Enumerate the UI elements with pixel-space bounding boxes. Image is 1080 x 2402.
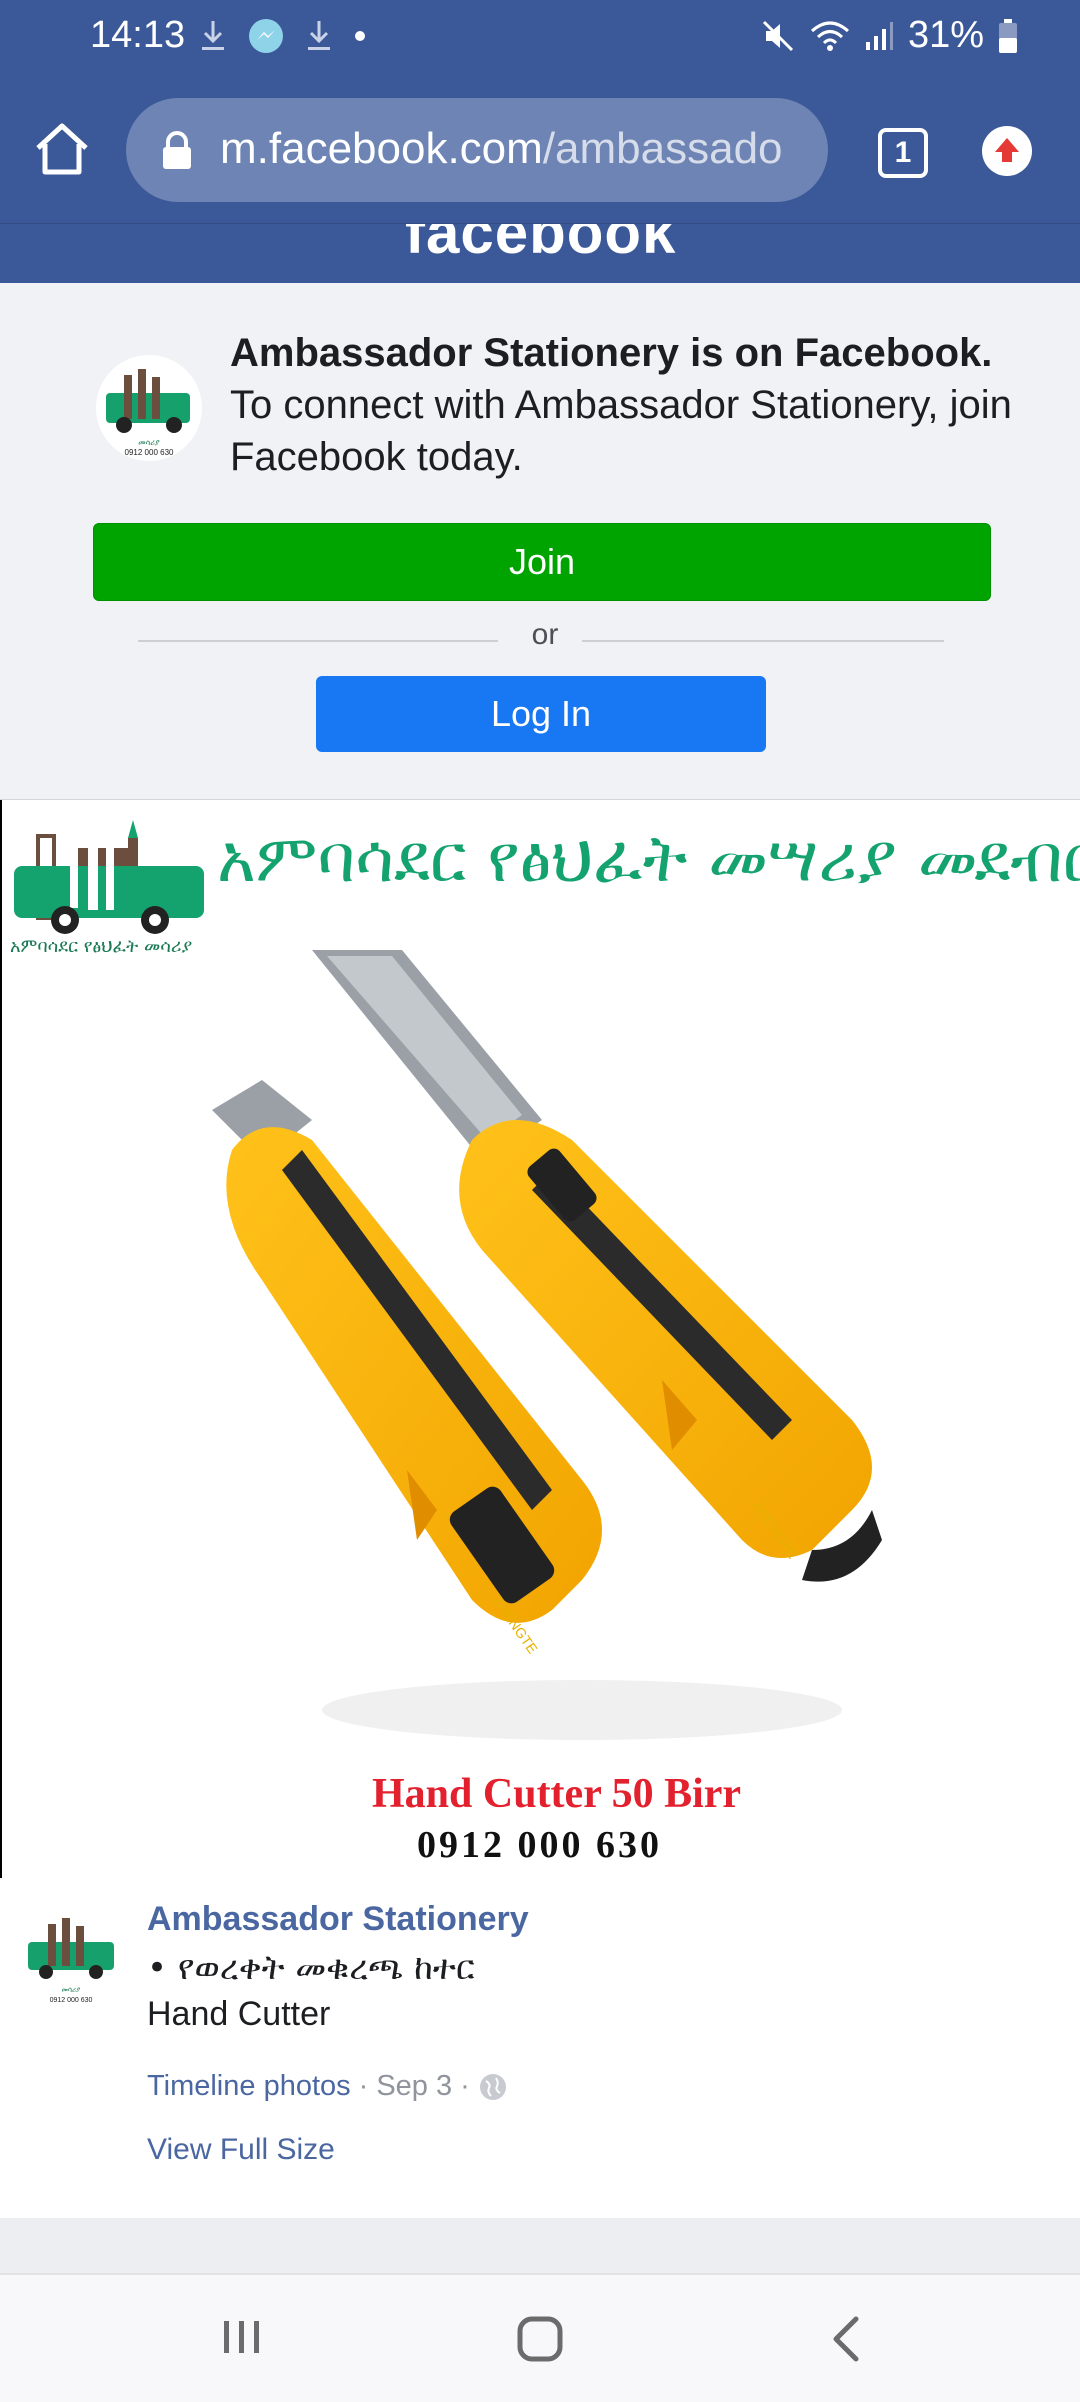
ambassador-logo-icon: መሳሪያ 0912 000 630	[106, 369, 190, 457]
wifi-icon	[810, 21, 849, 51]
url-path: /ambassado	[542, 124, 783, 173]
battery-icon	[999, 18, 1017, 53]
or-text: or	[531, 618, 559, 651]
arrow-up-icon	[995, 138, 1019, 162]
address-bar[interactable]: m.facebook.com/ambassado	[126, 98, 828, 202]
url-host: m.facebook.com	[220, 124, 543, 173]
join-headline-block: Ambassador Stationery is on Facebook. To…	[230, 327, 1030, 483]
page-name-link[interactable]: Ambassador Stationery	[147, 1900, 529, 1939]
divider-line	[138, 640, 498, 642]
page-avatar-small[interactable]: መሳሪያ 0912 000 630	[22, 1908, 120, 2006]
lock-icon	[163, 131, 191, 169]
meta-separator: ·	[460, 2070, 470, 2102]
view-full-size-link[interactable]: View Full Size	[147, 2133, 335, 2167]
url-text: m.facebook.com/ambassado	[220, 124, 783, 174]
cutter-knives-image: ZHENGTE ZHENGTE	[212, 950, 882, 1740]
browser-toolbar: m.facebook.com/ambassado 1	[0, 78, 1080, 223]
home-icon[interactable]	[30, 118, 94, 182]
dot-icon	[355, 31, 365, 41]
download-icon	[202, 21, 224, 50]
facebook-logo[interactable]: facebook	[405, 224, 676, 267]
divider-line	[582, 640, 944, 642]
phone-text: 0912 000 630	[417, 1824, 662, 1866]
back-icon[interactable]	[822, 2313, 870, 2365]
ambassador-logo-icon	[14, 820, 204, 934]
svg-text:መሳሪያ: መሳሪያ	[62, 1986, 81, 1994]
or-divider: or	[138, 618, 944, 658]
timeline-photos-link[interactable]: Timeline photos	[147, 2070, 351, 2103]
update-chrome-button[interactable]	[982, 126, 1032, 176]
post-date[interactable]: Sep 3	[376, 2070, 452, 2103]
home-nav-icon[interactable]	[514, 2313, 566, 2365]
join-prompt-panel: መሳሪያ 0912 000 630 Ambassador Stationery …	[0, 283, 1080, 801]
store-amharic-title: አምባሳደር የፅህፈት መሣሪያ መደብር	[217, 820, 1080, 897]
page-avatar[interactable]: መሳሪያ 0912 000 630	[96, 355, 202, 461]
svg-text:መሳሪያ: መሳሪያ	[138, 438, 160, 447]
download-icon	[308, 21, 330, 50]
avatar-phone-text: 0912 000 630	[125, 448, 174, 457]
login-button[interactable]: Log In	[316, 676, 766, 752]
status-time: 14:13	[90, 14, 186, 56]
signal-icon	[865, 21, 893, 50]
messenger-icon	[249, 19, 283, 53]
join-button[interactable]: Join	[93, 523, 991, 601]
post-caption-english: Hand Cutter	[147, 1995, 331, 2033]
section-divider	[0, 2218, 1080, 2273]
avatar-phone-text: 0912 000 630	[50, 1997, 93, 2004]
battery-percent: 31%	[907, 14, 984, 56]
android-nav-bar	[0, 2273, 1080, 2402]
price-text: Hand Cutter 50 Birr	[372, 1771, 742, 1817]
post-meta-row: Timeline photos · Sep 3 ·	[147, 2070, 508, 2103]
recent-apps-icon[interactable]	[218, 2313, 266, 2361]
meta-separator: ·	[358, 2070, 369, 2102]
post-details: መሳሪያ 0912 000 630 Ambassador Stationery …	[0, 1878, 1080, 2218]
post-caption-amharic: • የወረቀት መቁረጫ ከተር	[147, 1948, 475, 1988]
ambassador-logo-icon: መሳሪያ 0912 000 630	[28, 1918, 114, 2004]
post-photo[interactable]: አምባሳደር የፅህፈት መሳሪያ አምባሳደር የፅህፈት መሣሪያ መደብር…	[0, 800, 1080, 1878]
system-icons: 31%	[760, 14, 1018, 57]
join-subtext: To connect with Ambassador Stationery, j…	[230, 383, 1012, 479]
tab-switcher-button[interactable]: 1	[878, 128, 928, 178]
facebook-header: facebook	[0, 223, 1080, 284]
mute-icon	[762, 20, 793, 51]
status-bar: 14:13 31%	[0, 0, 1080, 78]
globe-icon	[479, 2073, 506, 2100]
notification-icons	[200, 18, 366, 54]
join-headline: Ambassador Stationery is on Facebook.	[230, 331, 993, 375]
